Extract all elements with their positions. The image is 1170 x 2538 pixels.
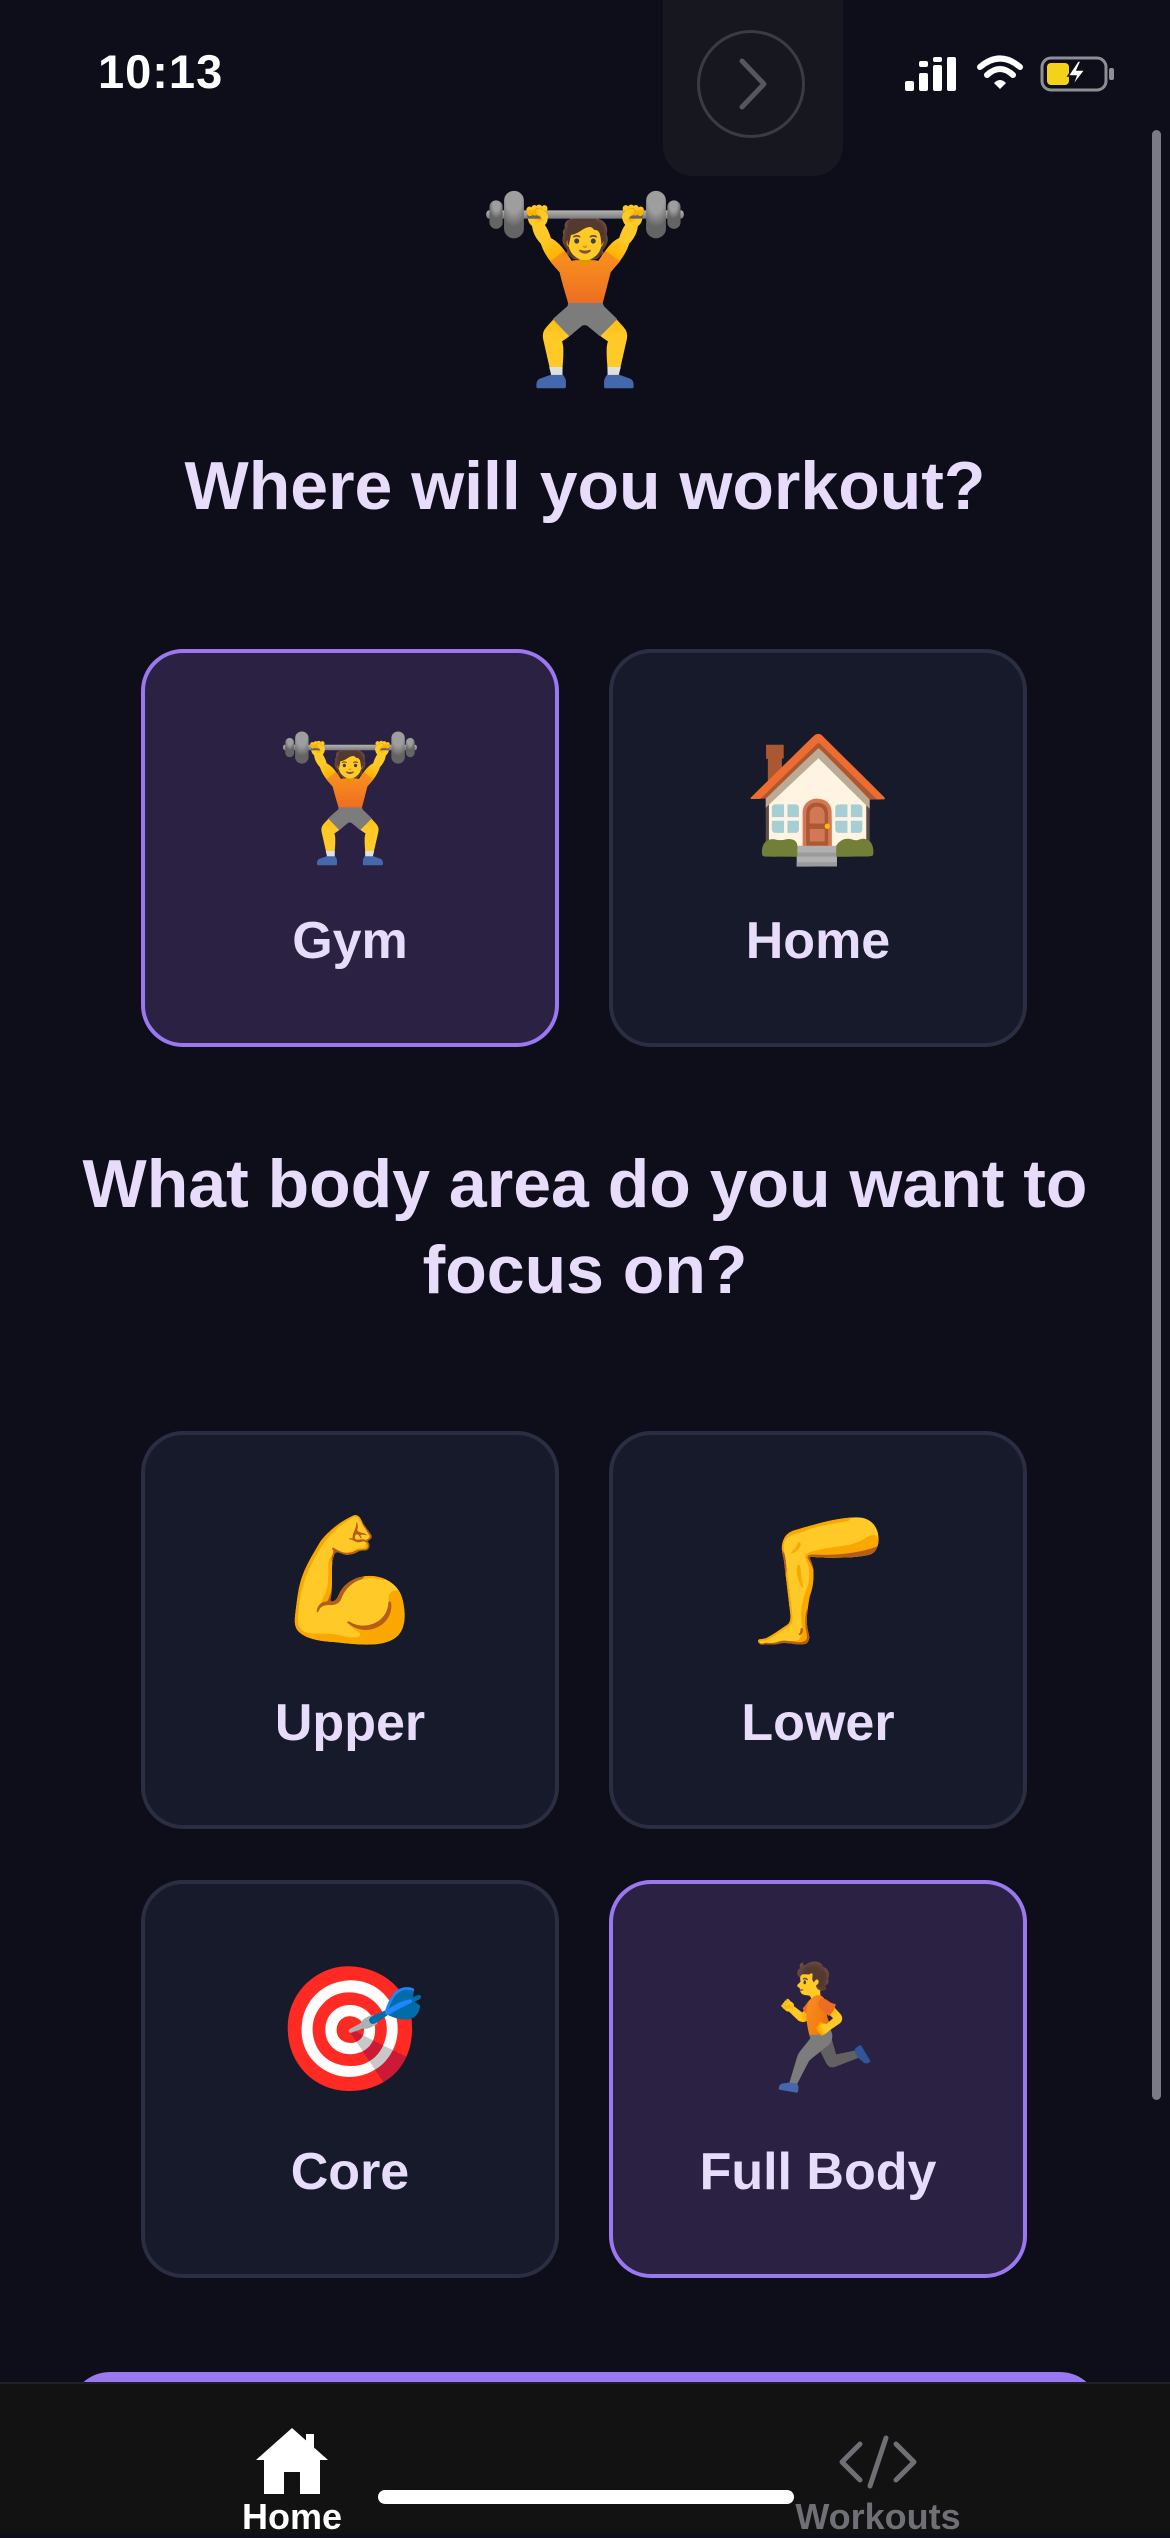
- weightlifter-icon: 🏋️: [274, 730, 426, 866]
- option-full-body-label: Full Body: [699, 2143, 937, 2201]
- leg-icon: 🦵: [742, 1512, 894, 1648]
- runner-icon: 🏃: [742, 1961, 894, 2097]
- option-gym-card[interactable]: 🏋️ Gym: [141, 649, 559, 1047]
- option-gym-label: Gym: [292, 912, 408, 970]
- option-lower-label: Lower: [741, 1694, 895, 1752]
- option-core-label: Core: [290, 2143, 410, 2201]
- option-upper-label: Upper: [274, 1694, 426, 1752]
- cellular-signal-icon: [905, 57, 956, 91]
- tab-home[interactable]: Home: [142, 2384, 442, 2537]
- tab-bar: Home Workouts: [0, 2382, 1170, 2537]
- flexed-biceps-icon: 💪: [274, 1512, 426, 1648]
- forward-button[interactable]: [663, 0, 843, 176]
- option-full-body-card[interactable]: 🏃 Full Body: [609, 1880, 1027, 2278]
- option-lower-card[interactable]: 🦵 Lower: [609, 1431, 1027, 1829]
- option-upper-card[interactable]: 💪 Upper: [141, 1431, 559, 1829]
- status-time: 10:13: [98, 45, 224, 98]
- target-icon: 🎯: [274, 1961, 426, 2097]
- hero-weightlifter-icon: 🏋️: [472, 189, 698, 390]
- house-icon: 🏠: [742, 730, 894, 866]
- option-home-label: Home: [745, 912, 891, 970]
- wifi-icon: [977, 55, 1023, 89]
- focus-question-title: What body area do you want to focus on?: [82, 1146, 1088, 1308]
- tab-workouts[interactable]: Workouts: [728, 2384, 1028, 2537]
- forward-circle: [697, 30, 805, 138]
- option-home-card[interactable]: 🏠 Home: [609, 649, 1027, 1047]
- scrollbar[interactable]: [1152, 130, 1161, 2100]
- status-bar: 10:13: [0, 0, 1170, 176]
- home-indicator: [378, 2490, 794, 2504]
- location-question-title: Where will you workout?: [184, 448, 986, 524]
- chevron-right-icon: [739, 58, 767, 110]
- option-core-card[interactable]: 🎯 Core: [141, 1880, 559, 2278]
- battery-charging-icon: [1040, 56, 1114, 92]
